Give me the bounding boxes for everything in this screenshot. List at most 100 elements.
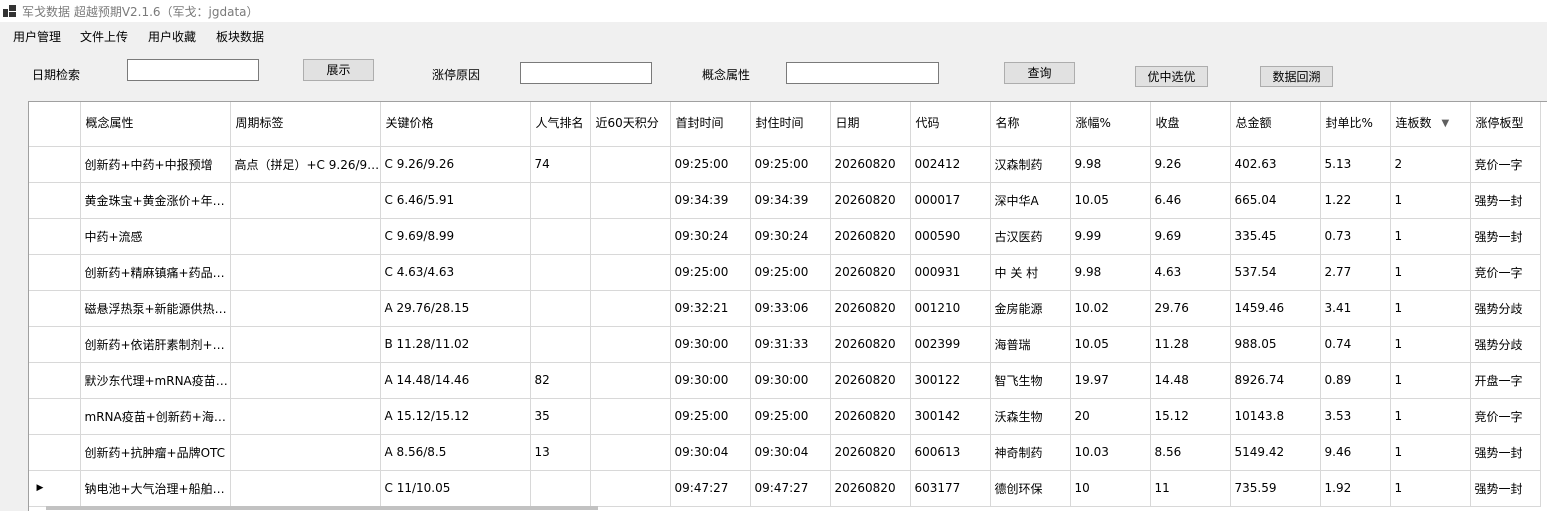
table-cell[interactable]: [590, 362, 671, 399]
table-cell[interactable]: 600613: [910, 434, 991, 471]
table-cell[interactable]: 000017: [910, 182, 991, 219]
table-cell[interactable]: [230, 470, 381, 507]
table-cell[interactable]: 09:25:00: [750, 146, 831, 183]
table-cell[interactable]: 9.99: [1070, 218, 1151, 255]
column-header[interactable]: 连板数 ▼: [1390, 102, 1471, 147]
table-cell[interactable]: [530, 254, 591, 291]
table-cell[interactable]: [590, 254, 671, 291]
table-cell[interactable]: 竞价一字: [1470, 398, 1541, 435]
table-cell[interactable]: 20260820: [830, 362, 911, 399]
table-cell[interactable]: [530, 218, 591, 255]
table-cell[interactable]: 537.54: [1230, 254, 1321, 291]
table-cell[interactable]: C 6.46/5.91: [380, 182, 531, 219]
table-cell[interactable]: [530, 326, 591, 363]
table-cell[interactable]: 5149.42: [1230, 434, 1321, 471]
table-cell[interactable]: 20260820: [830, 290, 911, 327]
table-row[interactable]: 创新药+精麻镇痛+药品研发 C 4.63/4.63 09:25:00 09:25:00…: [29, 254, 1541, 291]
table-cell[interactable]: 20260820: [830, 146, 911, 183]
table-cell[interactable]: 6.46: [1150, 182, 1231, 219]
table-cell[interactable]: 19.97: [1070, 362, 1151, 399]
show-button[interactable]: 展示: [303, 59, 374, 81]
table-cell[interactable]: 沃森生物: [990, 398, 1071, 435]
table-cell[interactable]: 9.98: [1070, 254, 1151, 291]
table-cell[interactable]: C 4.63/4.63: [380, 254, 531, 291]
table-row[interactable]: 默沙东代理+mRNA疫苗+创新药A 14.48/14.468209:30:000…: [29, 362, 1541, 399]
column-header[interactable]: 关键价格: [380, 102, 531, 147]
table-cell[interactable]: 603177: [910, 470, 991, 507]
table-cell[interactable]: mRNA疫苗+创新药+海外市场: [80, 398, 231, 435]
column-header[interactable]: 首封时间: [670, 102, 751, 147]
table-cell[interactable]: 15.12: [1150, 398, 1231, 435]
table-cell[interactable]: [230, 398, 381, 435]
menu-file-upload[interactable]: 文件上传: [80, 28, 128, 45]
table-cell[interactable]: 0.74: [1320, 326, 1391, 363]
table-cell[interactable]: A 8.56/8.5: [380, 434, 531, 471]
date-search-input[interactable]: [127, 59, 259, 81]
table-cell[interactable]: 09:30:00: [750, 362, 831, 399]
table-cell[interactable]: 3.53: [1320, 398, 1391, 435]
table-cell[interactable]: 09:30:24: [670, 218, 751, 255]
table-cell[interactable]: [530, 182, 591, 219]
table-cell[interactable]: 11: [1150, 470, 1231, 507]
table-cell[interactable]: 创新药+抗肿瘤+品牌OTC: [80, 434, 231, 471]
table-cell[interactable]: 35: [530, 398, 591, 435]
table-cell[interactable]: 10.05: [1070, 182, 1151, 219]
table-cell[interactable]: 深中华A: [990, 182, 1071, 219]
table-cell[interactable]: 13: [530, 434, 591, 471]
table-row[interactable]: 创新药+依诺肝素制剂+原料药 B 11.28/11.02 09:30:0009:31…: [29, 326, 1541, 363]
table-row[interactable]: 中药+流感 C 9.69/8.99 09:30:24 09:30:24 20260820…: [29, 218, 1541, 255]
table-cell[interactable]: 强势一封: [1470, 218, 1541, 255]
table-cell[interactable]: A 29.76/28.15: [380, 290, 531, 327]
column-header[interactable]: 代码: [910, 102, 991, 147]
table-cell[interactable]: 中药+流感: [80, 218, 231, 255]
table-cell[interactable]: 2.77: [1320, 254, 1391, 291]
table-cell[interactable]: 磁悬浮热泵+新能源供热设备: [80, 290, 231, 327]
table-cell[interactable]: 1: [1390, 362, 1471, 399]
table-cell[interactable]: 强势一封: [1470, 470, 1541, 507]
table-cell[interactable]: 古汉医药: [990, 218, 1071, 255]
grid-corner-header[interactable]: [29, 102, 81, 147]
table-cell[interactable]: 竞价一字: [1470, 146, 1541, 183]
table-cell[interactable]: 09:25:00: [670, 398, 751, 435]
table-cell[interactable]: 1: [1390, 254, 1471, 291]
table-cell[interactable]: C 11/10.05: [380, 470, 531, 507]
table-row[interactable]: mRNA疫苗+创新药+海外市场 A 15.12/15.1235 09:25:0009…: [29, 398, 1541, 435]
table-cell[interactable]: 20260820: [830, 434, 911, 471]
table-cell[interactable]: 5.13: [1320, 146, 1391, 183]
table-cell[interactable]: 09:30:00: [670, 326, 751, 363]
table-cell[interactable]: 9.46: [1320, 434, 1391, 471]
table-cell[interactable]: 20260820: [830, 182, 911, 219]
table-cell[interactable]: [230, 290, 381, 327]
column-header[interactable]: 人气排名: [530, 102, 591, 147]
table-cell[interactable]: 0.89: [1320, 362, 1391, 399]
query-button[interactable]: 查询: [1004, 62, 1075, 84]
table-cell[interactable]: 1.92: [1320, 470, 1391, 507]
table-cell[interactable]: [230, 218, 381, 255]
table-cell[interactable]: 82: [530, 362, 591, 399]
data-backtest-button[interactable]: 数据回溯: [1260, 66, 1333, 87]
table-cell[interactable]: 09:47:27: [670, 470, 751, 507]
table-cell[interactable]: 20260820: [830, 218, 911, 255]
menu-sector-data[interactable]: 板块数据: [216, 28, 264, 45]
menu-user-favorites[interactable]: 用户收藏: [148, 28, 196, 45]
table-cell[interactable]: 300142: [910, 398, 991, 435]
table-cell[interactable]: 1.22: [1320, 182, 1391, 219]
table-cell[interactable]: 1: [1390, 290, 1471, 327]
table-row[interactable]: 创新药+中药+中报预增 高点（拼足）+C 9.26/9.26 C 9.26/9.26…: [29, 146, 1541, 183]
table-cell[interactable]: 中 关 村: [990, 254, 1071, 291]
table-cell[interactable]: 11.28: [1150, 326, 1231, 363]
table-cell[interactable]: 000931: [910, 254, 991, 291]
table-cell[interactable]: 金房能源: [990, 290, 1071, 327]
horizontal-scrollbar-thumb[interactable]: [46, 506, 598, 510]
table-cell[interactable]: 创新药+依诺肝素制剂+原料药: [80, 326, 231, 363]
table-cell[interactable]: [530, 290, 591, 327]
table-cell[interactable]: 335.45: [1230, 218, 1321, 255]
table-cell[interactable]: [590, 218, 671, 255]
table-cell[interactable]: 竞价一字: [1470, 254, 1541, 291]
limit-up-reason-input[interactable]: [520, 62, 652, 84]
table-cell[interactable]: 300122: [910, 362, 991, 399]
table-cell[interactable]: [590, 470, 671, 507]
table-cell[interactable]: 002399: [910, 326, 991, 363]
table-cell[interactable]: 10.02: [1070, 290, 1151, 327]
row-header[interactable]: [29, 398, 81, 435]
